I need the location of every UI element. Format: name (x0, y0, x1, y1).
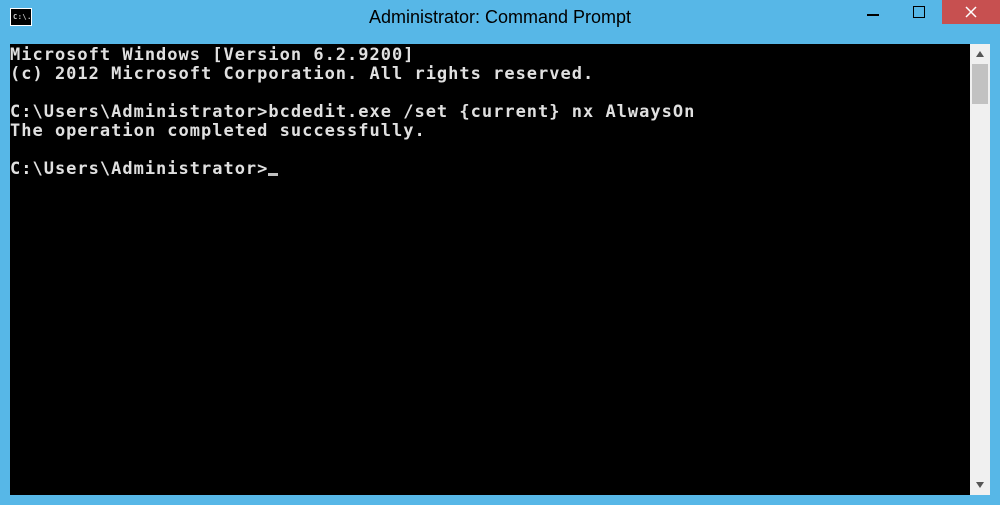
scroll-thumb[interactable] (972, 64, 988, 104)
terminal-output[interactable]: Microsoft Windows [Version 6.2.9200] (c)… (10, 44, 970, 495)
command-prompt-window: C:\. Administrator: Command Prompt Micro… (0, 0, 1000, 505)
vertical-scrollbar[interactable] (970, 44, 990, 495)
prompt-path-2: C:\Users\Administrator> (10, 159, 268, 179)
title-bar[interactable]: C:\. Administrator: Command Prompt (0, 0, 1000, 34)
scroll-track[interactable] (970, 64, 990, 475)
prompt-path: C:\Users\Administrator> (10, 102, 268, 122)
maximize-button[interactable] (896, 0, 942, 24)
entered-command: bcdedit.exe /set {current} nx AlwaysOn (268, 102, 695, 122)
cursor (268, 173, 278, 176)
close-button[interactable] (942, 0, 1000, 24)
cmd-icon-label: C:\. (13, 14, 32, 21)
minimize-button[interactable] (850, 0, 896, 24)
scroll-down-button[interactable] (970, 475, 990, 495)
scroll-up-button[interactable] (970, 44, 990, 64)
cmd-icon[interactable]: C:\. (10, 8, 32, 26)
result-line: The operation completed successfully. (10, 121, 426, 141)
window-controls (850, 0, 1000, 34)
copyright-line: (c) 2012 Microsoft Corporation. All righ… (10, 64, 594, 84)
client-area: Microsoft Windows [Version 6.2.9200] (c)… (10, 44, 990, 495)
version-line: Microsoft Windows [Version 6.2.9200] (10, 45, 414, 65)
